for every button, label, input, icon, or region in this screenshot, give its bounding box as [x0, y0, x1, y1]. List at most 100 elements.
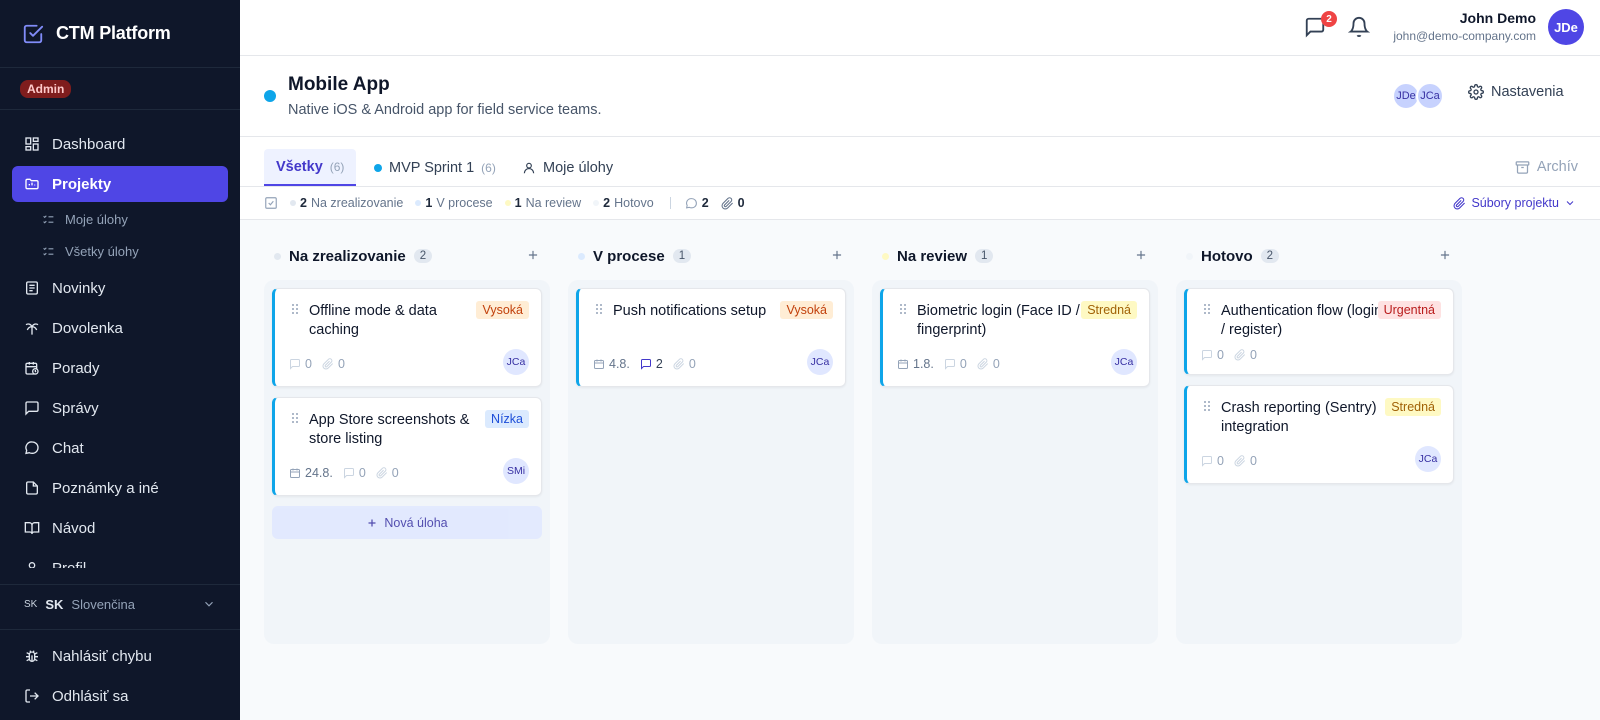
messages-button[interactable]: 2 — [1304, 11, 1337, 40]
assignee-avatar[interactable]: JCa — [503, 349, 529, 375]
topbar: 2 John Demo john@demo-company.com JDe — [240, 0, 1600, 56]
sprint-color-dot — [374, 163, 382, 172]
task-comments: 0 — [1201, 348, 1224, 362]
report-bug-label: Nahlásiť chybu — [52, 647, 152, 665]
sidebar-item-novinky[interactable]: Novinky — [12, 270, 228, 306]
brand[interactable]: CTM Platform — [0, 0, 240, 68]
sidebar-item-navod[interactable]: Návod — [12, 510, 228, 546]
list-icon — [42, 213, 55, 226]
report-bug-button[interactable]: Nahlásiť chybu — [0, 636, 240, 676]
user-icon — [24, 560, 40, 568]
task-attachments: 0 — [376, 466, 399, 480]
sidebar-item-label: Novinky — [52, 279, 106, 297]
sidebar-subitem-label: Všetky úlohy — [65, 243, 139, 259]
sidebar-subitem-moje-ulohy[interactable]: Moje úlohy — [42, 206, 128, 232]
task-attachments: 0 — [1234, 454, 1257, 468]
archive-label: Archív — [1536, 159, 1578, 175]
project-description: Native iOS & Android app for field servi… — [288, 102, 602, 118]
task-card[interactable]: Crash reporting (Sentry) integration Str… — [1184, 385, 1454, 484]
priority-badge: Vysoká — [476, 301, 529, 319]
logout-button[interactable]: Odhlásiť sa — [0, 676, 240, 716]
sidebar-item-projekty[interactable]: Projekty — [12, 166, 228, 202]
task-card[interactable]: Biometric login (Face ID / fingerprint) … — [880, 288, 1150, 387]
task-comments: 2 — [640, 357, 663, 371]
bug-icon — [24, 648, 40, 664]
sidebar-item-dashboard[interactable]: Dashboard — [12, 126, 228, 162]
dashboard-icon — [24, 136, 40, 152]
view-tabs: Všetky (6) MVP Sprint 1 (6) Moje úlohy A… — [240, 137, 1600, 187]
add-task-icon[interactable] — [1438, 248, 1452, 262]
task-card[interactable]: Push notifications setup Vysoká 4.8. 2 0… — [576, 288, 846, 387]
sidebar-item-label: Správy — [52, 399, 99, 417]
priority-badge: Urgentná — [1377, 301, 1441, 319]
tab-moje-ulohy[interactable]: Moje úlohy — [510, 149, 625, 186]
chevron-down-icon — [1564, 197, 1576, 209]
task-due-date: 1.8. — [897, 357, 934, 371]
add-task-icon[interactable] — [830, 248, 844, 262]
task-title: Push notifications setup — [613, 303, 767, 319]
board-column-review: Na review 1 Biometric login (Face ID / f… — [872, 240, 1158, 644]
column-title: Na review — [897, 247, 968, 265]
drag-handle-icon[interactable] — [1203, 400, 1211, 412]
new-task-button[interactable]: Nová úloha — [272, 506, 542, 539]
sidebar-item-porady[interactable]: Porady — [12, 350, 228, 386]
project-files-label: Súbory projektu — [1471, 196, 1559, 210]
task-comments: 0 — [1201, 454, 1224, 468]
tab-mvp-sprint-1[interactable]: MVP Sprint 1 (6) — [362, 149, 508, 186]
comment-icon — [685, 197, 698, 210]
sidebar-item-label: Dashboard — [52, 135, 126, 153]
language-code: SK — [45, 596, 64, 612]
sidebar-item-profil[interactable]: Profil — [12, 550, 228, 568]
drag-handle-icon[interactable] — [595, 303, 603, 315]
assignee-avatar[interactable]: JCa — [807, 349, 833, 375]
task-card[interactable]: Authentication flow (login / register) U… — [1184, 288, 1454, 375]
task-attachments: 0 — [673, 357, 696, 371]
priority-badge: Vysoká — [780, 301, 833, 319]
news-icon — [24, 280, 40, 296]
settings-label: Nastavenia — [1491, 84, 1564, 100]
project-members[interactable]: JDe JCa — [1392, 82, 1444, 110]
user-name: John Demo — [1459, 10, 1536, 26]
sidebar-item-poznamky[interactable]: Poznámky a iné — [12, 470, 228, 506]
drag-handle-icon[interactable] — [1203, 303, 1211, 315]
archive-button[interactable]: Archív — [1515, 159, 1578, 175]
column-title: Hotovo — [1201, 247, 1253, 265]
assignee-avatar[interactable]: JCa — [1111, 349, 1137, 375]
priority-badge: Nízka — [485, 410, 529, 428]
priority-badge: Stredná — [1385, 398, 1441, 416]
task-title: Crash reporting (Sentry) integration — [1221, 400, 1377, 435]
assignee-avatar[interactable]: SMi — [503, 458, 529, 484]
sidebar-item-chat[interactable]: Chat — [12, 430, 228, 466]
user-menu[interactable]: John Demo john@demo-company.com — [1393, 10, 1536, 43]
settings-button[interactable]: Nastavenia — [1468, 84, 1564, 100]
checkbox-icon — [264, 196, 278, 210]
avatar[interactable]: JCa — [1416, 82, 1444, 110]
logout-icon — [24, 688, 40, 704]
tab-vsetky[interactable]: Všetky (6) — [264, 149, 357, 186]
task-card[interactable]: Offline mode & data caching Vysoká 0 0 J… — [272, 288, 542, 387]
language-switcher[interactable]: SK SK Slovenčina — [0, 587, 240, 621]
sidebar-item-label: Chat — [52, 439, 84, 457]
priority-badge: Stredná — [1081, 301, 1137, 319]
sidebar-item-dovolenka[interactable]: Dovolenka — [12, 310, 228, 346]
drag-handle-icon[interactable] — [291, 303, 299, 315]
drag-handle-icon[interactable] — [291, 412, 299, 424]
sidebar-subitem-vsetky-ulohy[interactable]: Všetky úlohy — [42, 238, 139, 264]
task-card[interactable]: App Store screenshots & store listing Ní… — [272, 397, 542, 496]
sidebar-item-spravy[interactable]: Správy — [12, 390, 228, 426]
user-email: john@demo-company.com — [1393, 29, 1536, 43]
notifications-button[interactable] — [1348, 16, 1372, 40]
task-comments: 0 — [289, 357, 312, 371]
avatar[interactable]: JDe — [1548, 9, 1584, 45]
messages-badge: 2 — [1321, 11, 1337, 27]
column-body: Authentication flow (login / register) U… — [1176, 280, 1462, 644]
palm-icon — [24, 320, 40, 336]
drag-handle-icon[interactable] — [899, 303, 907, 315]
column-count: 2 — [1260, 249, 1280, 263]
project-files-button[interactable]: Súbory projektu — [1453, 196, 1576, 210]
add-task-icon[interactable] — [1134, 248, 1148, 262]
flag-icon: SK — [24, 598, 38, 610]
assignee-avatar[interactable]: JCa — [1415, 446, 1441, 472]
sidebar-item-label: Poznámky a iné — [52, 479, 159, 497]
add-task-icon[interactable] — [526, 248, 540, 262]
